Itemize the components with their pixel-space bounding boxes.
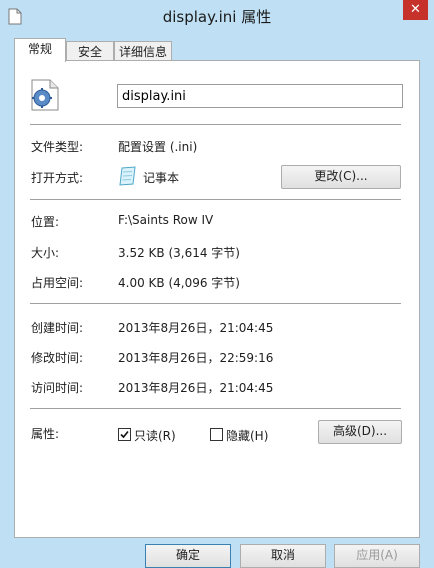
location-label: 位置: — [31, 215, 60, 229]
separator — [30, 199, 401, 200]
close-icon: ✕ — [410, 2, 421, 17]
change-button[interactable]: 更改(C)... — [281, 165, 401, 189]
window-title: display.ini 属性 — [162, 8, 272, 26]
apply-button[interactable]: 应用(A) — [334, 544, 420, 568]
filename-input[interactable] — [117, 84, 403, 108]
tab-general[interactable]: 常规 — [14, 38, 66, 62]
open-with-value: 记事本 — [143, 171, 180, 185]
apply-button-label: 应用(A) — [356, 548, 398, 562]
modified-value: 2013年8月26日，22:59:16 — [118, 351, 274, 365]
ok-button[interactable]: 确定 — [145, 544, 231, 568]
checkmark-icon — [120, 430, 129, 439]
created-label: 创建时间: — [31, 321, 84, 335]
title-bar: display.ini 属性 ✕ — [0, 0, 434, 34]
separator — [30, 408, 401, 409]
disk-size-value: 4.00 KB (4,096 字节) — [118, 276, 240, 290]
tab-label: 常规 — [27, 42, 52, 56]
attributes-label: 属性: — [31, 427, 60, 441]
size-value: 3.52 KB (3,614 字节) — [118, 246, 240, 260]
tab-label: 安全 — [77, 45, 102, 59]
separator — [30, 124, 401, 125]
cancel-button-label: 取消 — [270, 548, 295, 562]
cancel-button[interactable]: 取消 — [240, 544, 326, 568]
size-label: 大小: — [31, 246, 60, 260]
advanced-button-label: 高级(D)... — [332, 424, 388, 438]
tab-label: 详细信息 — [118, 45, 167, 59]
hidden-checkbox[interactable] — [210, 428, 223, 441]
modified-label: 修改时间: — [31, 351, 84, 365]
accessed-value: 2013年8月26日，21:04:45 — [118, 381, 274, 395]
separator — [30, 303, 401, 304]
file-type-value: 配置设置 (.ini) — [118, 140, 198, 154]
location-value: F:\Saints Row IV — [118, 213, 214, 227]
notepad-icon — [119, 166, 136, 186]
close-button[interactable]: ✕ — [403, 0, 428, 20]
general-panel — [14, 60, 420, 538]
accessed-label: 访问时间: — [31, 381, 84, 395]
open-with-label: 打开方式: — [31, 171, 84, 185]
file-type-label: 文件类型: — [31, 140, 84, 154]
hidden-label: 隐藏(H) — [226, 429, 269, 443]
readonly-checkbox[interactable] — [118, 428, 131, 441]
disk-size-label: 占用空间: — [31, 276, 84, 290]
tab-security[interactable]: 安全 — [66, 41, 114, 61]
change-button-label: 更改(C)... — [314, 169, 368, 183]
ini-settings-file-icon — [31, 79, 59, 111]
created-value: 2013年8月26日，21:04:45 — [118, 321, 274, 335]
ok-button-label: 确定 — [175, 548, 200, 562]
readonly-label: 只读(R) — [134, 429, 176, 443]
tab-details[interactable]: 详细信息 — [114, 41, 172, 61]
advanced-button[interactable]: 高级(D)... — [318, 420, 402, 444]
